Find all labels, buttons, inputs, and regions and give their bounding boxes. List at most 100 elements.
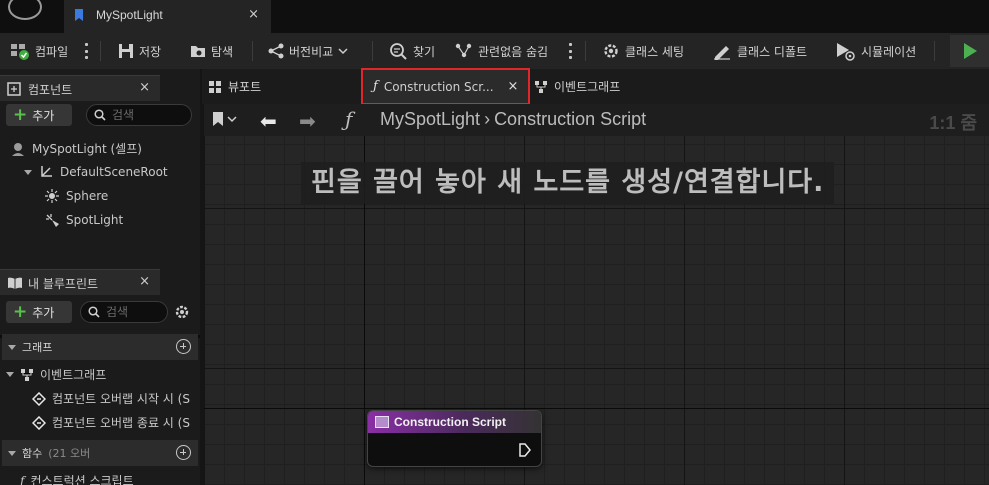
tab-construction-script[interactable]: ƒ Construction Scr... ×	[361, 68, 531, 105]
folder-search-icon	[191, 46, 205, 57]
blueprint-search[interactable]	[80, 301, 168, 323]
event-graph-item[interactable]: 이벤트그래프	[6, 366, 106, 383]
divider	[252, 41, 253, 61]
expand-caret-icon[interactable]	[6, 372, 14, 377]
chevron-down-icon	[227, 116, 237, 123]
event-item[interactable]: 컴포넌트 오버랩 시작 시 (S	[32, 390, 190, 407]
function-node-icon	[375, 416, 389, 428]
actor-icon	[12, 142, 24, 156]
close-icon[interactable]: ×	[248, 7, 259, 22]
search-icon	[94, 109, 106, 121]
unreal-logo-icon[interactable]	[8, 0, 42, 20]
graph-origin-line	[204, 408, 989, 409]
my-blueprint-tab-label: 내 블루프린트	[28, 277, 99, 291]
divider	[585, 41, 586, 61]
viewport-tab-label: 뷰포트	[228, 80, 262, 94]
diff-dropdown[interactable]: 버전비교	[268, 33, 348, 69]
compile-button[interactable]: 컴파일	[10, 33, 68, 69]
graph-tab-strip: 뷰포트 ƒ Construction Scr... × 이벤트그래프	[202, 68, 989, 105]
graph-canvas[interactable]: ⬅ ➡ ƒ MySpotLight › Construction Script 1:…	[204, 104, 989, 485]
breadcrumb: MySpotLight › Construction Script	[380, 109, 646, 130]
document-tab-myspotlight[interactable]: MySpotLight ×	[64, 0, 271, 33]
event-item[interactable]: 컴포넌트 오버랩 종료 시 (S	[32, 414, 190, 431]
spotlight-icon	[46, 214, 59, 227]
light-icon	[45, 189, 59, 203]
graph-breadcrumb-bar: ⬅ ➡ ƒ MySpotLight › Construction Script 1:…	[204, 104, 989, 136]
components-search[interactable]	[86, 104, 192, 126]
exec-output-pin-icon[interactable]	[519, 443, 531, 457]
close-icon[interactable]: ×	[139, 80, 150, 95]
graphs-header-label: 그래프	[22, 341, 53, 354]
collapse-caret-icon[interactable]	[8, 450, 16, 456]
bookmark-dropdown[interactable]	[212, 111, 237, 127]
collapse-caret-icon[interactable]	[8, 344, 16, 350]
tree-item-sphere[interactable]: Sphere	[44, 188, 108, 204]
add-graph-icon[interactable]	[176, 339, 191, 354]
add-function-icon[interactable]	[176, 445, 191, 460]
class-defaults-button[interactable]: 클래스 디폴트	[712, 33, 807, 69]
book-icon	[8, 277, 22, 289]
plus-icon: +	[13, 104, 28, 125]
tree-item-self[interactable]: MySpotLight (셀프)	[10, 140, 142, 157]
components-panel-tab[interactable]: 컴포넌트 ×	[0, 75, 160, 101]
construction-script-tab-label: Construction Scr...	[383, 79, 494, 94]
node-title: Construction Script	[394, 415, 507, 429]
breadcrumb-root[interactable]: MySpotLight	[380, 109, 480, 129]
zoom-level: 1:1 줌	[929, 113, 977, 133]
close-icon[interactable]: ×	[139, 274, 150, 289]
chevron-right-icon: ›	[484, 109, 491, 129]
close-icon[interactable]: ×	[508, 79, 519, 94]
hide-unrelated-label: 관련없음 숨김	[478, 44, 549, 59]
components-search-input[interactable]	[112, 108, 172, 122]
compile-options-icon[interactable]	[85, 43, 88, 59]
construction-script-node[interactable]: Construction Script	[367, 410, 542, 467]
search-icon	[88, 306, 100, 318]
save-button[interactable]: 저장	[118, 33, 161, 69]
browse-button[interactable]: 탐색	[190, 33, 233, 69]
tab-event-graph[interactable]: 이벤트그래프	[534, 69, 620, 104]
back-arrow-icon[interactable]: ⬅	[260, 109, 277, 133]
bookmark-icon	[213, 112, 223, 126]
node-header[interactable]: Construction Script	[368, 411, 541, 433]
construction-script-item[interactable]: ƒ 컨스트럭션 스크립트	[20, 472, 134, 485]
forward-arrow-icon[interactable]: ➡	[299, 109, 316, 133]
scene-root-icon	[41, 166, 52, 177]
main-toolbar: 컴파일 저장 탐색 버전비교 찾기 관련없음 숨김 클래스 세팅 클래스 디폴트…	[0, 33, 989, 69]
tree-item-spotlight[interactable]: SpotLight	[44, 212, 123, 228]
tree-item-default-scene-root[interactable]: DefaultSceneRoot	[24, 164, 168, 180]
simulation-button[interactable]: 시뮬레이션	[834, 33, 916, 69]
blueprint-icon	[75, 9, 83, 21]
add-label: 추가	[32, 108, 55, 123]
divider	[100, 41, 101, 61]
gear-icon	[604, 44, 618, 58]
blueprint-search-input[interactable]	[106, 305, 156, 319]
more-options-icon[interactable]	[569, 43, 572, 59]
gear-icon[interactable]	[174, 304, 190, 320]
function-icon: ƒ	[373, 79, 378, 94]
class-settings-label: 클래스 세팅	[625, 44, 685, 59]
find-button[interactable]: 찾기	[388, 33, 435, 69]
browse-label: 탐색	[211, 44, 234, 59]
tree-item-label: DefaultSceneRoot	[60, 165, 168, 179]
function-icon: ƒ	[345, 107, 353, 131]
event-graph-icon	[535, 80, 547, 93]
function-icon: ƒ	[20, 473, 25, 485]
tab-viewport[interactable]: 뷰포트	[208, 69, 261, 104]
play-button[interactable]	[950, 35, 989, 67]
add-component-button[interactable]: + 추가	[6, 104, 72, 126]
hide-unrelated-button[interactable]: 관련없음 숨김	[455, 33, 548, 69]
divider	[372, 41, 373, 61]
event-diamond-icon	[32, 415, 46, 430]
add-label: 추가	[32, 305, 55, 320]
class-settings-button[interactable]: 클래스 세팅	[602, 33, 684, 69]
expand-caret-icon[interactable]	[24, 169, 32, 175]
my-blueprint-panel-tab[interactable]: 내 블루프린트 ×	[0, 269, 160, 295]
add-blueprint-item-button[interactable]: + 추가	[6, 301, 72, 323]
find-icon	[390, 43, 407, 60]
viewport-grid-icon	[209, 80, 221, 93]
simulation-label: 시뮬레이션	[861, 44, 917, 59]
construction-script-label: 컨스트럭션 스크립트	[30, 474, 134, 485]
graph-hint-text: 핀을 끌어 놓아 새 노드를 생성/연결합니다.	[301, 162, 835, 204]
functions-section-header[interactable]: 함수 (21 오버	[2, 440, 198, 466]
graphs-section-header[interactable]: 그래프	[2, 334, 198, 360]
